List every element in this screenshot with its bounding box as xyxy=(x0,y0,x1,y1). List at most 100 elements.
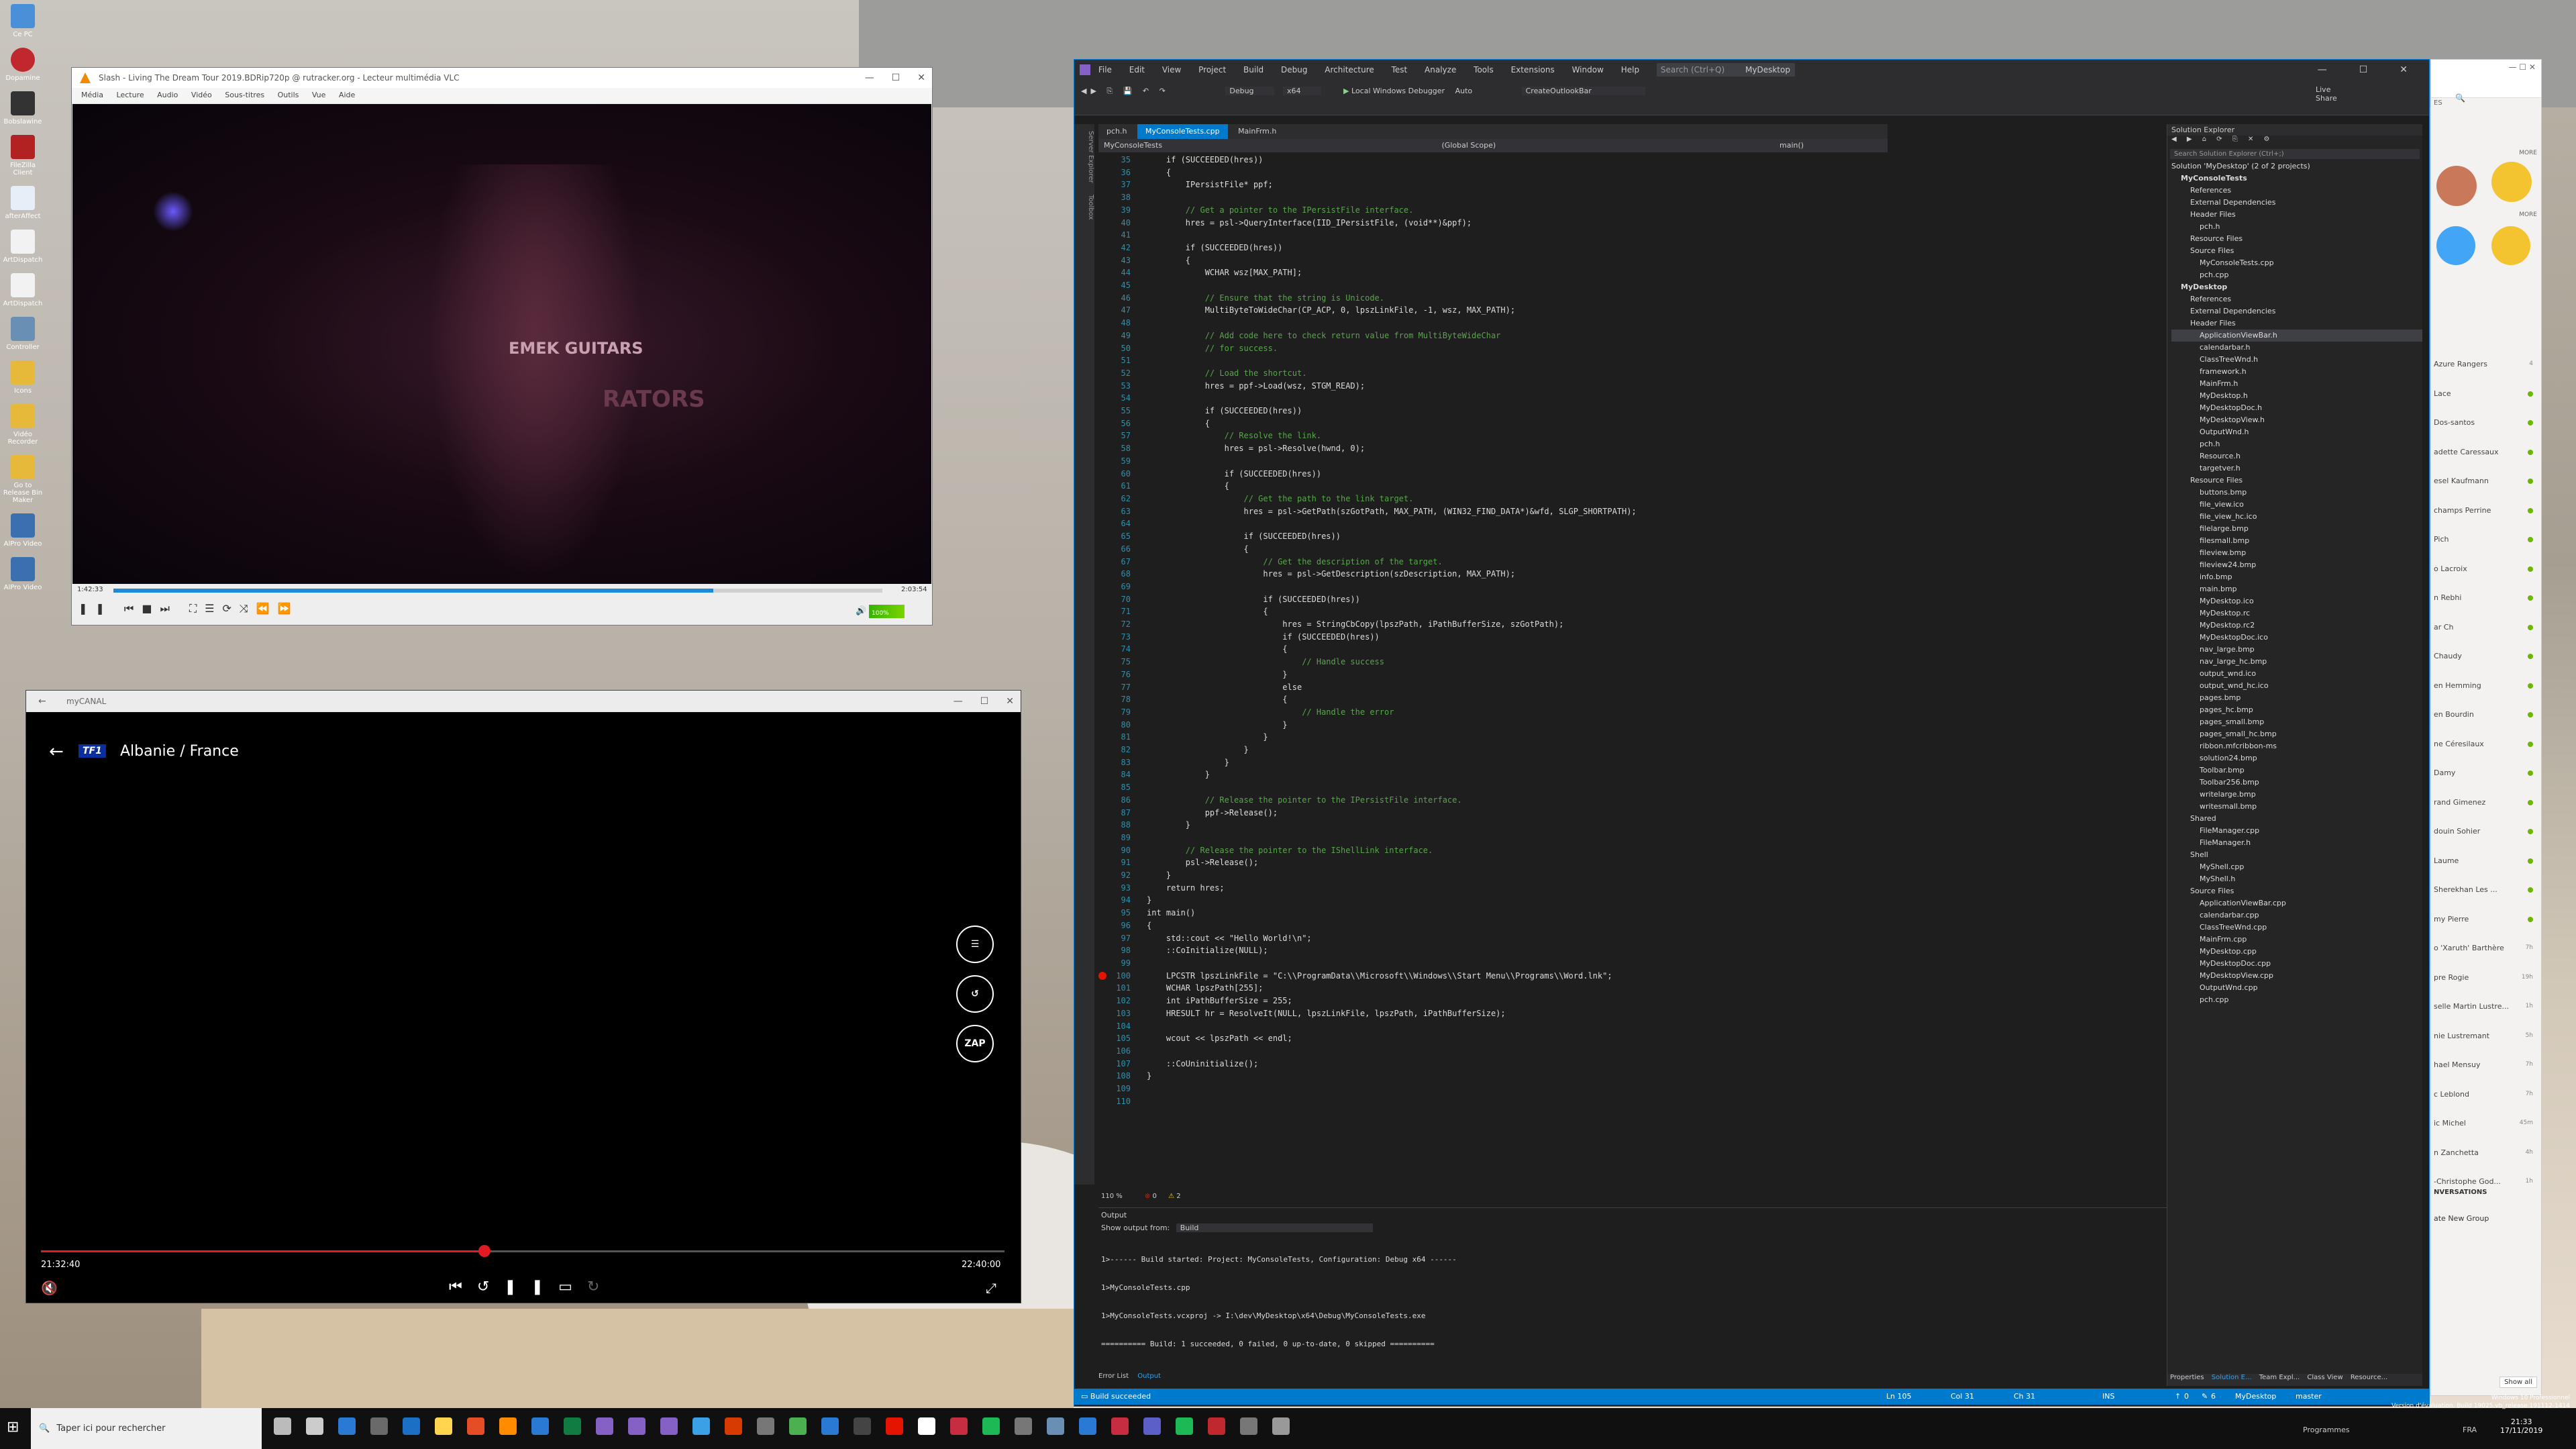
minimize-icon[interactable]: — xyxy=(865,72,874,83)
solution-tree-item[interactable]: Resource.h xyxy=(2171,450,2422,462)
tab-error-list[interactable]: Error List xyxy=(1098,1372,1129,1380)
mute-icon[interactable]: 🔇 xyxy=(41,1280,58,1296)
code-editor[interactable]: 35 if (SUCCEEDED(hres)) 36 {37 IPersistFi… xyxy=(1098,154,1877,1187)
solution-tree-item[interactable]: External Dependencies xyxy=(2171,305,2422,317)
solution-tree-item[interactable]: Solution 'MyDesktop' (2 of 2 projects) xyxy=(2171,160,2422,172)
solution-tree-item[interactable]: nav_large.bmp xyxy=(2171,644,2422,656)
menu-video[interactable]: Vidéo xyxy=(191,91,212,99)
teams-contact[interactable]: Damy xyxy=(2431,758,2541,788)
vlc-icon[interactable] xyxy=(499,1417,517,1435)
solution-tree-item[interactable]: OutputWnd.h xyxy=(2171,426,2422,438)
solution-tree-item[interactable]: filesmall.bmp xyxy=(2171,535,2422,547)
desktop-icon-dopamine[interactable]: Dopamine xyxy=(3,48,43,82)
warning-count[interactable]: 2 xyxy=(1176,1193,1180,1200)
breakpoint-icon[interactable] xyxy=(1098,971,1106,980)
solution-tree-item[interactable]: framework.h xyxy=(2171,366,2422,378)
teams-contact[interactable]: o Lacroix xyxy=(2431,554,2541,584)
forward-icon[interactable]: ↻ xyxy=(587,1279,614,1295)
teams-contact[interactable]: ar Ch xyxy=(2431,613,2541,642)
teams-icon[interactable] xyxy=(1143,1417,1161,1435)
solution-tree-item[interactable]: MyDesktop.ico xyxy=(2171,595,2422,607)
windows-start-icon[interactable]: ⊞ xyxy=(7,1419,19,1436)
more-link-2[interactable]: MORE xyxy=(2519,211,2537,218)
more-link-1[interactable]: MORE xyxy=(2519,150,2537,156)
solution-explorer-search[interactable]: Search Solution Explorer (Ctrl+;) xyxy=(2170,149,2420,159)
solution-tree-item[interactable]: Shell xyxy=(2171,849,2422,861)
menu-extensions[interactable]: Extensions xyxy=(1511,65,1555,74)
pause-icon[interactable]: ❚❚ xyxy=(79,602,113,615)
menu-analyze[interactable]: Analyze xyxy=(1425,65,1456,74)
solution-tree-item[interactable]: pch.cpp xyxy=(2171,994,2422,1006)
tab-team-explorer[interactable]: Team Expl... xyxy=(2259,1374,2300,1381)
cortana-icon[interactable] xyxy=(274,1417,291,1435)
pause-icon[interactable]: ❚❚ xyxy=(504,1279,558,1295)
menu-audio[interactable]: Audio xyxy=(157,91,178,99)
maximize-icon[interactable]: ☐ xyxy=(980,696,989,707)
output-source-dropdown[interactable]: Build xyxy=(1176,1223,1374,1232)
teams-contact[interactable]: ne Céresilaux xyxy=(2431,730,2541,759)
solution-tree-item[interactable]: ClassTreeWnd.h xyxy=(2171,354,2422,366)
explorer-icon[interactable] xyxy=(435,1417,452,1435)
menu-debug[interactable]: Debug xyxy=(1281,65,1307,74)
teams-contact[interactable]: en Hemming xyxy=(2431,671,2541,701)
powerpoint-icon[interactable] xyxy=(725,1417,742,1435)
tab-solution-explorer[interactable]: Solution E... xyxy=(2212,1374,2252,1381)
fullscreen-icon[interactable]: ⤢ xyxy=(986,1280,996,1296)
solution-tree-item[interactable]: nav_large_hc.bmp xyxy=(2171,656,2422,668)
tab-properties[interactable]: Properties xyxy=(2170,1374,2204,1381)
app-icon[interactable] xyxy=(1015,1417,1032,1435)
solution-tree-item[interactable]: MyDesktopView.h xyxy=(2171,414,2422,426)
solution-tree-item[interactable]: MainFrm.cpp xyxy=(2171,934,2422,946)
subtitles-icon[interactable]: ▭ xyxy=(558,1279,587,1295)
menu-build[interactable]: Build xyxy=(1243,65,1264,74)
solution-tree-item[interactable]: MyDesktop.h xyxy=(2171,390,2422,402)
tab-resource-view[interactable]: Resource... xyxy=(2351,1374,2387,1381)
menu-edit[interactable]: Edit xyxy=(1129,65,1145,74)
teams-contact[interactable]: ic Michel 45m xyxy=(2431,1109,2541,1138)
teams-contact[interactable]: Laume xyxy=(2431,846,2541,876)
toolbar-icons[interactable]: ◀▶ ⎘ 💾 ↶ ↷ xyxy=(1081,87,1170,95)
solution-tree-item[interactable]: output_wnd.ico xyxy=(2171,668,2422,680)
desktop-icon-filezilla[interactable]: FileZilla Client xyxy=(3,135,43,177)
solution-tree-item[interactable]: FileManager.cpp xyxy=(2171,825,2422,837)
avatar[interactable] xyxy=(2436,166,2477,206)
search-icon[interactable]: 🔍 xyxy=(2455,93,2465,103)
avatar[interactable] xyxy=(2491,162,2532,202)
solution-tree-item[interactable]: FileManager.h xyxy=(2171,837,2422,849)
solution-tree-item[interactable]: info.bmp xyxy=(2171,571,2422,583)
output-text[interactable]: 1>------ Build started: Project: MyConso… xyxy=(1098,1234,2167,1370)
solution-tree-item[interactable]: pch.h xyxy=(2171,438,2422,450)
app-icon[interactable] xyxy=(950,1417,968,1435)
solution-tree-item[interactable]: calendarbar.cpp xyxy=(2171,909,2422,921)
solution-tree-item[interactable]: Source Files xyxy=(2171,885,2422,897)
tab-class-view[interactable]: Class View xyxy=(2307,1374,2342,1381)
solution-tree-item[interactable]: MainFrm.h xyxy=(2171,378,2422,390)
show-all-button[interactable]: Show all xyxy=(2500,1377,2537,1388)
solution-tree-item[interactable]: MyDesktop.rc2 xyxy=(2171,619,2422,632)
app-icon[interactable] xyxy=(886,1417,903,1435)
tab-output[interactable]: Output xyxy=(1137,1372,1161,1380)
teams-contact[interactable]: hael Mensuy 7h xyxy=(2431,1050,2541,1080)
error-count[interactable]: 0 xyxy=(1153,1193,1157,1200)
canal-seek-knob[interactable] xyxy=(478,1245,491,1257)
close-icon[interactable]: ✕ xyxy=(2400,64,2408,75)
loop-icon[interactable]: ⟳ xyxy=(222,602,239,615)
menu-window[interactable]: Window xyxy=(1572,65,1604,74)
skip-back-icon[interactable]: ⏮ xyxy=(449,1279,477,1295)
solution-tree-item[interactable]: ApplicationViewBar.h xyxy=(2171,330,2422,342)
solution-tree-item[interactable]: MyDesktopDoc.cpp xyxy=(2171,958,2422,970)
taskbar-search[interactable]: 🔍 Taper ici pour rechercher xyxy=(31,1408,262,1449)
app-icon[interactable] xyxy=(1240,1417,1257,1435)
nav-function-dropdown[interactable]: main() xyxy=(1780,141,1804,150)
prev-icon[interactable]: ⏮ xyxy=(124,602,142,615)
solution-tree-item[interactable]: MyDesktop xyxy=(2171,281,2422,293)
menu-help[interactable]: Help xyxy=(1621,65,1639,74)
teams-contact[interactable]: en Bourdin xyxy=(2431,700,2541,730)
startup-dropdown[interactable]: CreateOutlookBar xyxy=(1521,87,1645,95)
solution-tree-item[interactable]: MyShell.h xyxy=(2171,873,2422,885)
menu-subtitles[interactable]: Sous-titres xyxy=(225,91,264,99)
back-arrow-icon[interactable]: ← xyxy=(38,691,46,712)
solution-tree-item[interactable]: buttons.bmp xyxy=(2171,487,2422,499)
app-icon[interactable] xyxy=(1176,1417,1193,1435)
menu-playback[interactable]: Lecture xyxy=(117,91,144,99)
